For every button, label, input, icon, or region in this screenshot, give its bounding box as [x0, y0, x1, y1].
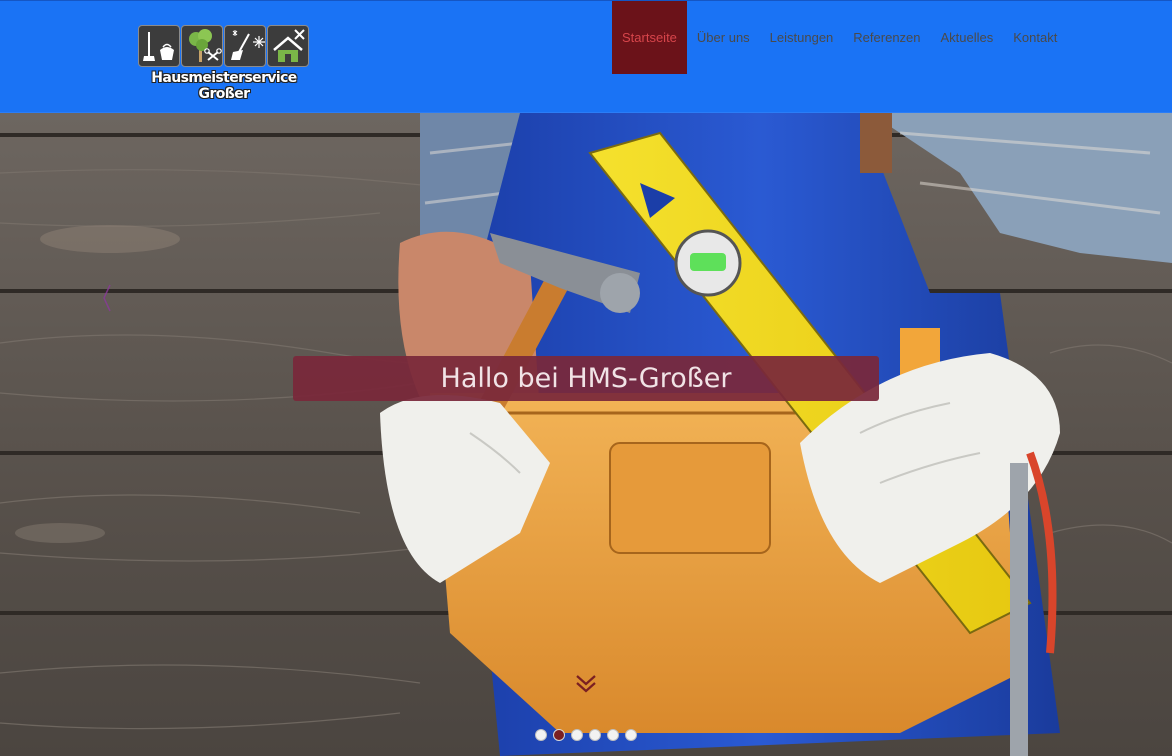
chevron-down-icon[interactable] — [574, 671, 598, 695]
slider-pagination — [535, 729, 637, 741]
nav-item-kontakt[interactable]: Kontakt — [1003, 1, 1067, 74]
chevron-left-icon[interactable] — [100, 283, 114, 313]
logo-text-line2: Großer — [198, 86, 250, 102]
nav-item-referenzen[interactable]: Referenzen — [843, 1, 930, 74]
hero-banner: Hallo bei HMS-Großer — [293, 356, 879, 401]
slider-dot-1[interactable] — [535, 729, 547, 741]
nav-item-ueber-uns[interactable]: Über uns — [687, 1, 760, 74]
main-nav: Startseite Über uns Leistungen Referenze… — [612, 1, 1067, 74]
site-header: Hausmeisterservice Großer Startseite Übe… — [0, 0, 1172, 113]
tree-shears-icon — [181, 25, 223, 67]
slider-dot-2[interactable] — [553, 729, 565, 741]
hero-slider: Hallo bei HMS-Großer — [0, 113, 1172, 756]
slider-dot-6[interactable] — [625, 729, 637, 741]
logo[interactable]: Hausmeisterservice Großer — [138, 25, 310, 111]
hero-title: Hallo bei HMS-Großer — [440, 363, 732, 394]
slider-dot-4[interactable] — [589, 729, 601, 741]
house-tools-icon — [267, 25, 309, 67]
slider-dot-5[interactable] — [607, 729, 619, 741]
nav-item-aktuelles[interactable]: Aktuelles — [931, 1, 1004, 74]
nav-item-leistungen[interactable]: Leistungen — [760, 1, 844, 74]
shovel-snowflake-icon — [224, 25, 266, 67]
nav-item-startseite[interactable]: Startseite — [612, 1, 687, 74]
slider-dot-3[interactable] — [571, 729, 583, 741]
broom-bucket-icon — [138, 25, 180, 67]
logo-text-line1: Hausmeisterservice — [151, 70, 297, 86]
logo-icon-row — [138, 25, 310, 67]
hero-image — [0, 113, 1172, 756]
